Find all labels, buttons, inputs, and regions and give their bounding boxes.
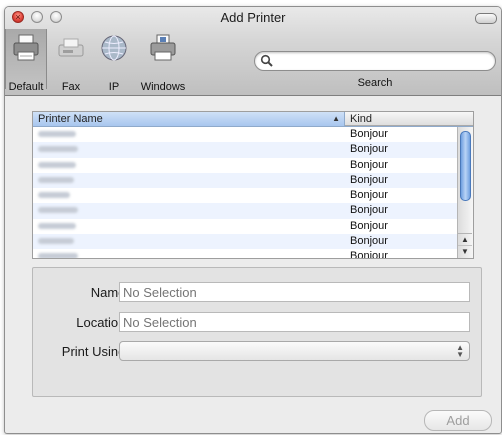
scrollbar-thumb[interactable] xyxy=(460,131,471,201)
printer-kind: Bonjour xyxy=(350,250,388,259)
toolbar-fax-label: Fax xyxy=(61,81,81,93)
search-label: Search xyxy=(357,77,393,89)
search-field[interactable] xyxy=(254,51,496,71)
printer-name-blurred xyxy=(38,253,78,258)
printer-icon xyxy=(13,34,39,61)
table-row[interactable]: Bonjour xyxy=(33,158,458,173)
toolbar-windows-label: Windows xyxy=(140,81,186,93)
table-row[interactable]: Bonjour xyxy=(33,234,458,250)
printer-name-blurred xyxy=(38,222,76,229)
windows-printer-icon xyxy=(150,34,176,61)
window-title: Add Printer xyxy=(220,10,286,25)
printer-kind: Bonjour xyxy=(350,173,388,186)
toolbar-fax-button[interactable]: Fax xyxy=(51,29,91,93)
printer-name-blurred xyxy=(38,176,74,183)
printer-name-blurred xyxy=(38,131,76,137)
globe-icon xyxy=(101,35,127,61)
table-row[interactable]: Bonjour xyxy=(33,127,458,142)
toolbar-default-button[interactable]: Default xyxy=(5,29,47,93)
table-body: Bonjour Bonjour Bonjour Bonjour Bonjour … xyxy=(33,127,458,258)
table-row[interactable]: Bonjour xyxy=(33,203,458,219)
toolbar-ip-button[interactable]: IP xyxy=(95,29,133,93)
printer-details-panel: Name: Location: Print Using: ▲▼ xyxy=(32,267,482,397)
column-header-printer-name[interactable]: Printer Name ▲ xyxy=(33,112,345,126)
printer-name-blurred xyxy=(38,207,78,214)
popup-stepper-icon: ▲ ▼ xyxy=(456,343,464,359)
printer-kind: Bonjour xyxy=(350,128,388,140)
search-input[interactable] xyxy=(277,53,487,70)
add-button[interactable]: Add xyxy=(424,410,492,431)
table-row[interactable]: Bonjour xyxy=(33,172,458,189)
toolbar-ip-label: IP xyxy=(108,81,120,93)
name-field[interactable] xyxy=(119,282,470,302)
scroll-down-arrow-icon[interactable]: ▼ xyxy=(458,245,472,258)
add-printer-window: × Add Printer Default Fax IP Windows Sea… xyxy=(4,6,502,434)
table-row[interactable]: Bonjour xyxy=(33,142,458,158)
column-header-kind-label: Kind xyxy=(350,113,373,125)
printer-kind: Bonjour xyxy=(350,143,388,156)
printer-kind: Bonjour xyxy=(350,189,388,202)
toolbar-default-label: Default xyxy=(8,81,44,93)
column-header-kind[interactable]: Kind xyxy=(345,112,473,126)
toolbar-windows-button[interactable]: Windows xyxy=(135,29,191,93)
table-row[interactable]: Bonjour xyxy=(33,249,458,259)
table-row[interactable]: Bonjour xyxy=(33,188,458,203)
printer-name-blurred xyxy=(38,146,78,153)
printer-name-blurred xyxy=(38,161,76,168)
sort-ascending-icon: ▲ xyxy=(332,114,340,123)
location-field[interactable] xyxy=(119,312,470,332)
printer-kind: Bonjour xyxy=(350,204,388,217)
printer-kind: Bonjour xyxy=(350,158,388,171)
name-row: Name: xyxy=(33,282,481,304)
column-header-printer-name-label: Printer Name xyxy=(38,113,103,125)
location-row: Location: xyxy=(33,312,481,334)
search-icon xyxy=(260,54,273,67)
toolbar-toggle-button[interactable] xyxy=(475,13,497,24)
printer-kind: Bonjour xyxy=(350,235,388,248)
print-using-select[interactable]: ▲ ▼ xyxy=(119,341,470,361)
printer-name-blurred xyxy=(38,238,74,245)
printer-kind: Bonjour xyxy=(350,219,388,232)
fax-icon xyxy=(58,38,84,57)
vertical-scrollbar[interactable]: ▲ ▼ xyxy=(457,127,473,258)
printer-name-blurred xyxy=(38,192,70,199)
table-header: Printer Name ▲ Kind xyxy=(33,112,473,127)
table-row[interactable]: Bonjour xyxy=(33,219,458,234)
print-using-row: Print Using: ▲ ▼ xyxy=(33,341,481,363)
printer-list-table[interactable]: Printer Name ▲ Kind Bonjour Bonjour Bonj… xyxy=(32,111,474,259)
title-bar: × Add Printer Default Fax IP Windows Sea… xyxy=(5,7,501,96)
